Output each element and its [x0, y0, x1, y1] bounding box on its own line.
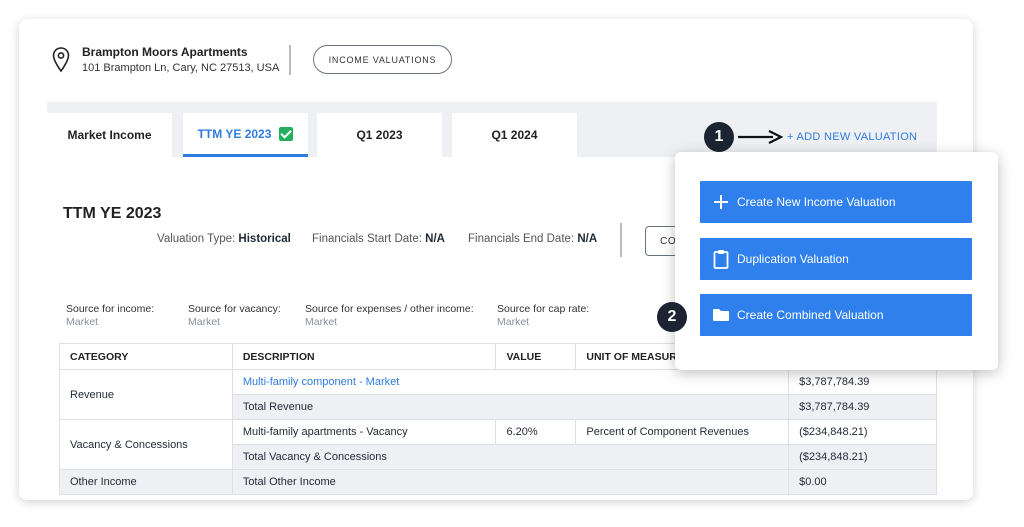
source-vacancy: Source for vacancy: Market	[188, 303, 281, 329]
amount-cell: ($234,848.21)	[788, 419, 937, 445]
tab-market-income[interactable]: Market Income	[47, 113, 172, 157]
total-cell: Total Vacancy & Concessions	[231, 444, 790, 470]
source-label: Source for cap rate:	[497, 303, 590, 315]
section-title: TTM YE 2023	[63, 205, 162, 222]
step-badge-2: 2	[657, 302, 687, 332]
table-row: Other Income Total Other Income $0.00	[59, 469, 937, 495]
tab-q1-2023[interactable]: Q1 2023	[317, 113, 442, 157]
revenue-component-link[interactable]: Multi-family component - Market	[231, 369, 790, 395]
duplication-valuation-button[interactable]: Duplication Valuation	[700, 238, 972, 280]
create-combined-valuation-button[interactable]: Create Combined Valuation	[700, 294, 972, 336]
unit-cell: Percent of Component Revenues	[575, 419, 790, 445]
button-label: Create New Income Valuation	[737, 195, 896, 209]
tab-ttm-ye-2023[interactable]: TTM YE 2023	[183, 113, 308, 157]
button-label: Duplication Valuation	[737, 252, 849, 266]
tab-label: Q1 2024	[491, 128, 538, 142]
source-income: Source for income: Market	[66, 303, 154, 329]
source-label: Source for expenses / other income:	[305, 303, 474, 315]
property-address: 101 Brampton Ln, Cary, NC 27513, USA	[82, 62, 280, 74]
button-label: Create Combined Valuation	[737, 308, 884, 322]
table-row: Revenue Multi-family component - Market …	[59, 369, 937, 420]
description-cell: Multi-family apartments - Vacancy	[231, 419, 497, 445]
arrow-right-icon	[738, 130, 783, 144]
valuation-type-value: Historical	[238, 233, 291, 245]
category-cell: Revenue	[59, 369, 233, 420]
amount-cell: $3,787,784.39	[788, 394, 937, 420]
valuation-type: Valuation Type: Historical	[157, 233, 291, 245]
add-new-valuation-link[interactable]: + ADD NEW VALUATION	[787, 131, 917, 143]
check-icon	[279, 126, 294, 141]
source-value: Market	[66, 316, 99, 328]
total-cell: Total Revenue	[231, 394, 790, 420]
start-date-label: Financials Start Date:	[312, 233, 422, 245]
valuation-type-label: Valuation Type:	[157, 233, 236, 245]
amount-cell: $0.00	[788, 469, 937, 495]
column-header-description: DESCRIPTION	[231, 343, 497, 370]
value-cell: 6.20%	[495, 419, 577, 445]
table-row: Vacancy & Concessions Multi-family apart…	[59, 419, 937, 470]
amount-cell: $3,787,784.39	[788, 369, 937, 395]
end-date-value: N/A	[577, 233, 598, 245]
tab-label: TTM YE 2023	[197, 126, 272, 141]
tab-q1-2024[interactable]: Q1 2024	[452, 113, 577, 157]
column-header-category: CATEGORY	[59, 343, 233, 370]
income-valuations-button[interactable]: INCOME VALUATIONS	[313, 45, 452, 74]
source-label: Source for income:	[66, 303, 155, 315]
plus-icon	[711, 192, 731, 212]
source-label: Source for vacancy:	[188, 303, 281, 315]
source-value: Market	[305, 316, 338, 328]
financials-end: Financials End Date: N/A	[468, 233, 597, 245]
valuation-tab-strip: Market Income TTM YE 2023 Q1 2023 Q1 202…	[47, 102, 937, 157]
total-cell: Total Other Income	[231, 469, 790, 495]
tab-label: Market Income	[67, 128, 152, 142]
start-date-value: N/A	[425, 233, 445, 245]
step-badge-1: 1	[704, 122, 734, 152]
end-date-label: Financials End Date:	[468, 233, 575, 245]
clipboard-icon	[711, 249, 731, 269]
source-cap-rate: Source for cap rate: Market	[497, 303, 589, 329]
create-new-income-valuation-button[interactable]: Create New Income Valuation	[700, 181, 972, 223]
tab-label: Q1 2023	[356, 128, 403, 142]
header-divider	[289, 45, 291, 75]
amount-cell: ($234,848.21)	[788, 444, 937, 470]
category-cell: Vacancy & Concessions	[59, 419, 233, 470]
column-header-value: VALUE	[495, 343, 577, 370]
folder-icon	[711, 305, 731, 325]
source-expenses: Source for expenses / other income: Mark…	[305, 303, 474, 329]
financials-start: Financials Start Date: N/A	[312, 233, 445, 245]
source-value: Market	[188, 316, 221, 328]
source-value: Market	[497, 316, 530, 328]
meta-divider	[620, 223, 622, 257]
property-name: Brampton Moors Apartments	[82, 45, 248, 59]
location-pin-icon	[52, 47, 70, 73]
category-cell: Other Income	[59, 469, 233, 495]
new-valuation-popup: Create New Income Valuation Duplication …	[675, 152, 998, 370]
